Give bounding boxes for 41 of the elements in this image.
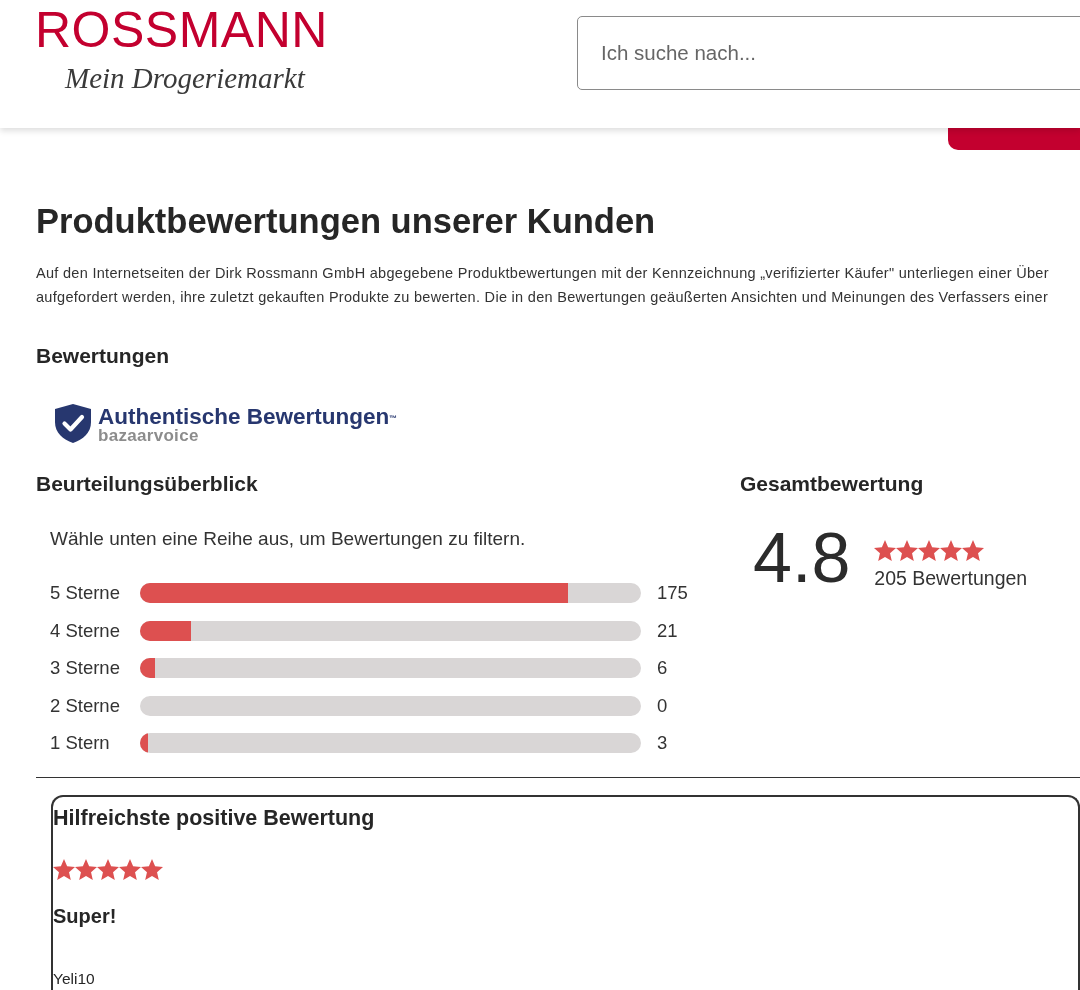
badge-brand: bazaarvoice [98, 427, 199, 443]
rating-bar-track[interactable] [140, 620, 641, 641]
section-heading: Gesamtbewertung [740, 471, 924, 497]
star-icon [940, 540, 963, 561]
rating-count: 3 [657, 732, 668, 754]
star-icon [918, 540, 941, 561]
star-icon [97, 859, 119, 880]
section-heading: Bewertungen [36, 343, 169, 369]
badge-title: Authentische Bewertungen$^{™}$ [98, 404, 398, 428]
rating-bar-track[interactable] [140, 733, 641, 753]
star-level-label[interactable]: 3 Sterne [50, 657, 140, 679]
star-level-label[interactable]: 4 Sterne [50, 619, 140, 642]
search-field[interactable]: Ich suche nach... [577, 16, 1080, 90]
star-level-label[interactable]: 2 Sterne [50, 694, 140, 717]
disclaimer-text: Auf den Internetseiten der Dirk Rossmann GmbH abgegebene Produktbewertungen mit der Kennzeichnung „verifizierter Käufer" unterliegen einer Über aufgefordert werden, ihre zuletzt gekauften Produkte zu bewerten. Die in den Bewertungen geäußerten Ansichten und Meinungen des Verfassers einer [36, 264, 1049, 307]
rating-count: 21 [657, 619, 678, 642]
star-icon [962, 540, 985, 561]
star-icon [53, 859, 75, 880]
review-total: 205 Bewertungen [874, 567, 1028, 589]
star-icon [896, 540, 919, 561]
star-icon [141, 859, 163, 880]
review-title: Super! [53, 904, 117, 928]
star-level-label[interactable]: 5 Sterne [50, 582, 140, 604]
page-title: Produktbewertungen unserer Kunden [36, 201, 656, 242]
logo-wordmark[interactable]: ROSSMANN [35, 5, 328, 55]
rating-bar-track[interactable] [140, 695, 641, 716]
rating-bar-track[interactable] [140, 658, 641, 678]
star-icon [119, 859, 141, 880]
star-icon [874, 540, 897, 561]
review-author: Yeli10 [53, 969, 95, 989]
card-heading: Hilfreichste positive Bewertung [53, 805, 375, 831]
rating-count: 6 [657, 657, 668, 679]
filter-hint: Wähle unten eine Reihe aus, um Bewertungen zu filtern. [50, 528, 526, 550]
star-level-label[interactable]: 1 Stern [50, 732, 140, 754]
logo-tagline: Mein Drogeriemarkt [65, 61, 305, 95]
star-icon [75, 859, 97, 880]
section-heading: Beurteilungsüberblick [36, 471, 258, 497]
average-score: 4.8 [753, 523, 851, 593]
rating-count: 0 [657, 694, 668, 717]
rating-count: 175 [657, 582, 688, 604]
shield-check-icon [55, 404, 91, 443]
